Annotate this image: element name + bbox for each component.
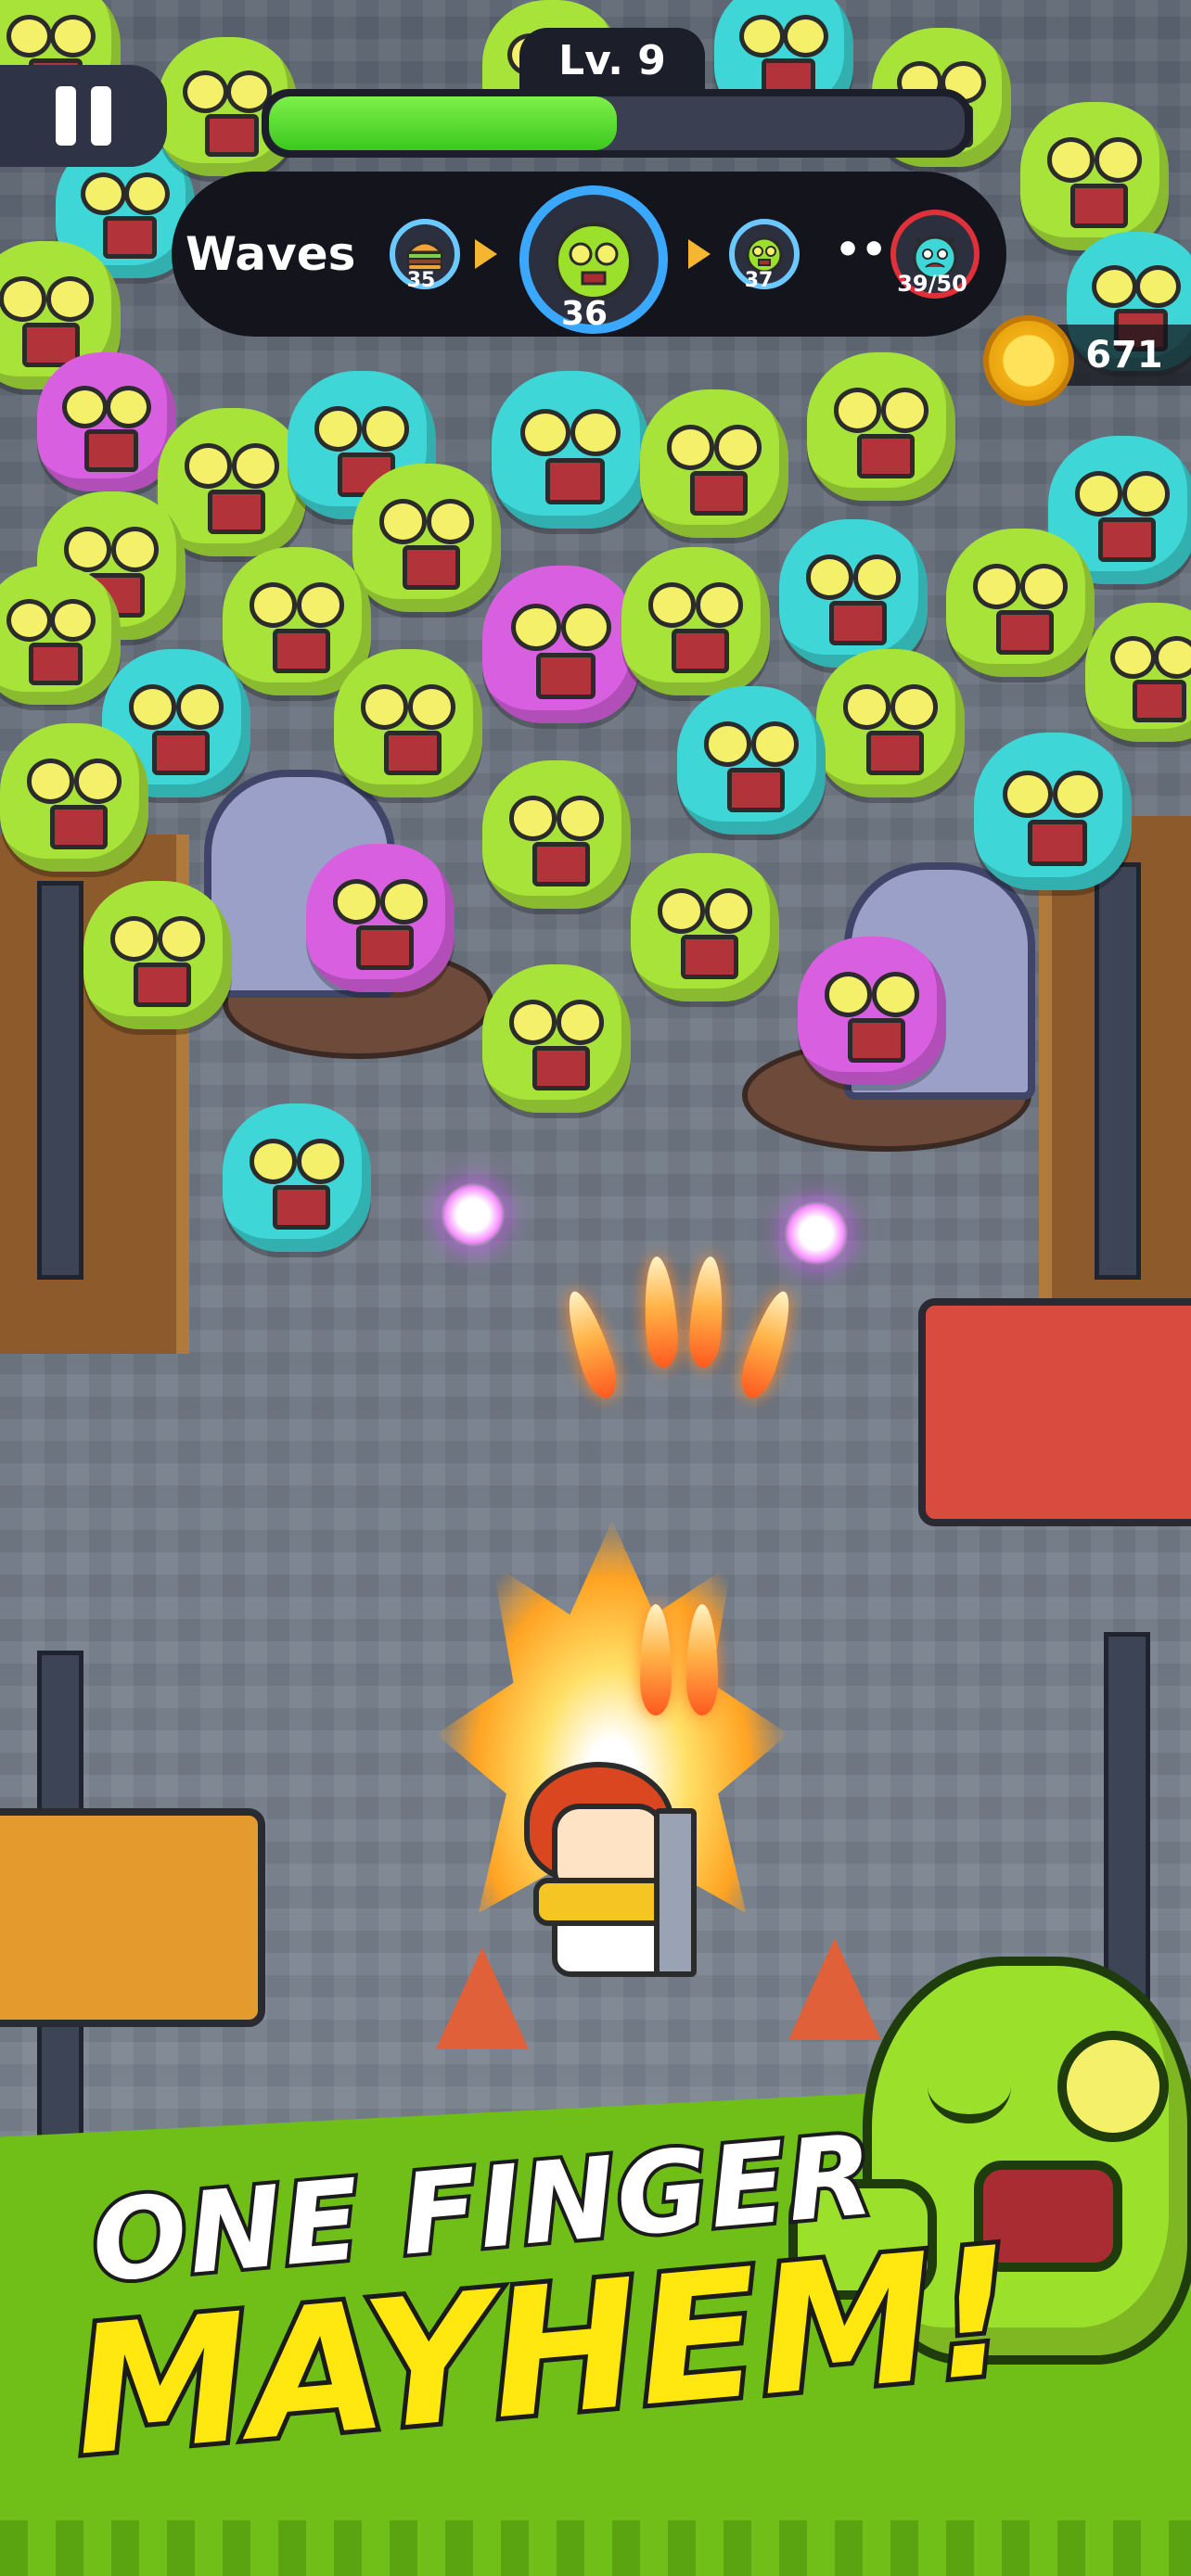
waves-title: Waves	[186, 227, 356, 281]
zombie-green	[816, 649, 965, 797]
zombie-green	[334, 649, 482, 797]
zombie-magenta	[37, 352, 176, 491]
traffic-light	[1104, 1632, 1150, 2012]
zombie-green	[482, 964, 631, 1113]
mascot-zombie-eye	[928, 2049, 1011, 2123]
zombie-green	[83, 881, 232, 1029]
pause-button[interactable]	[0, 65, 167, 167]
pause-icon-bar	[56, 86, 76, 146]
zombie-magenta	[798, 937, 946, 1085]
player-hero[interactable]	[515, 1762, 700, 1994]
arrow-right-icon	[475, 239, 497, 269]
zombie-cyan	[677, 686, 826, 835]
street-lamp	[1095, 862, 1141, 1280]
zombie-face-icon	[555, 223, 633, 300]
zombie-green	[946, 529, 1095, 677]
street-lamp	[37, 881, 83, 1280]
zombie-cyan	[223, 1103, 371, 1252]
enemy-energy-orb	[441, 1182, 506, 1247]
enemy-energy-orb	[784, 1201, 849, 1266]
zombie-green	[1085, 603, 1191, 742]
level-label: Lv. 9	[519, 28, 705, 95]
xp-progress-fill	[269, 96, 617, 150]
zombie-green	[0, 723, 148, 872]
burger-icon	[404, 241, 445, 271]
zombie-magenta	[482, 566, 640, 723]
wave-number: 35	[406, 269, 436, 292]
current-wave-number: 36	[560, 295, 608, 333]
zombie-green	[621, 547, 770, 695]
shotgun-icon	[654, 1808, 697, 1977]
xp-progress-bar	[262, 89, 972, 158]
wave-number: 37	[744, 269, 774, 292]
zombie-green	[631, 853, 779, 1001]
zombie-green	[0, 566, 121, 705]
coin-count: 671	[1057, 325, 1191, 386]
yellow-taxi	[0, 1808, 265, 2027]
mascot-zombie-eye	[1057, 2031, 1169, 2142]
traffic-cone	[788, 1938, 881, 2040]
boss-wave-progress: 39/50	[897, 271, 967, 297]
zombie-green	[482, 760, 631, 909]
zombie-magenta	[306, 844, 455, 992]
zombie-green	[640, 389, 788, 538]
pause-icon-bar	[91, 86, 111, 146]
zombie-cyan	[492, 371, 649, 529]
zombie-green	[352, 464, 501, 612]
zombie-green	[1020, 102, 1169, 250]
arrow-right-icon	[688, 239, 711, 269]
zombie-green	[807, 352, 955, 501]
red-car	[918, 1298, 1191, 1526]
coin-icon	[983, 315, 1074, 406]
zombie-cyan	[779, 519, 928, 668]
zombie-cyan	[974, 733, 1132, 890]
